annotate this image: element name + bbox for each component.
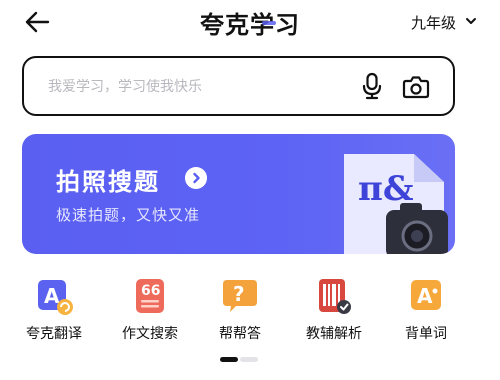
page-indicator-active — [220, 357, 238, 362]
shortcut-label: 作文搜索 — [122, 326, 178, 342]
search-box[interactable] — [22, 56, 455, 116]
page-title-wrap: 夸克学习 — [200, 5, 300, 40]
camera-icon[interactable] — [402, 74, 430, 100]
document-camera-illustration: π& — [344, 154, 448, 254]
shortcut-vocabulary[interactable]: A 背单词 — [378, 276, 474, 348]
shortcut-help-answer[interactable]: ? 帮帮答 — [192, 276, 288, 348]
shortcut-label: 背单词 — [405, 326, 447, 342]
question-icon: ? — [223, 280, 257, 312]
shortcut-label: 夸克翻译 — [26, 326, 82, 342]
translate-icon: A — [38, 280, 73, 315]
banner-title: 拍照搜题 — [56, 168, 160, 196]
page-indicator-inactive — [240, 357, 258, 362]
shortcut-label: 教辅解析 — [306, 326, 362, 342]
svg-text:?: ? — [233, 282, 245, 306]
svg-text:66: 66 — [141, 283, 160, 299]
shortcut-grid: A 夸克翻译 66 作文搜索 ? 帮帮答 教辅解析 A 背单词 — [0, 276, 500, 352]
title-accent-mark — [262, 21, 276, 25]
search-input[interactable] — [48, 77, 328, 97]
essay-icon: 66 — [136, 279, 164, 313]
header: 夸克学习 九年级 — [0, 0, 500, 44]
page-indicator — [220, 357, 260, 362]
microphone-icon[interactable] — [361, 72, 383, 100]
vocabulary-icon: A — [411, 280, 441, 310]
grade-selector[interactable]: 九年级 — [411, 12, 456, 33]
shortcut-translate[interactable]: A 夸克翻译 — [6, 276, 102, 348]
page-title: 夸克学习 — [200, 11, 300, 39]
shortcut-essay-search[interactable]: 66 作文搜索 — [102, 276, 198, 348]
textbook-icon — [319, 279, 351, 314]
banner-subtitle: 极速拍题，又快又准 — [56, 206, 201, 224]
shortcut-textbook-analysis[interactable]: 教辅解析 — [286, 276, 382, 348]
photo-search-banner[interactable]: 拍照搜题 极速拍题，又快又准 π& — [22, 134, 455, 254]
chevron-down-icon[interactable] — [464, 14, 478, 28]
chevron-right-circle-icon[interactable] — [185, 167, 207, 189]
svg-text:A: A — [417, 284, 433, 308]
shortcut-label: 帮帮答 — [219, 326, 261, 342]
